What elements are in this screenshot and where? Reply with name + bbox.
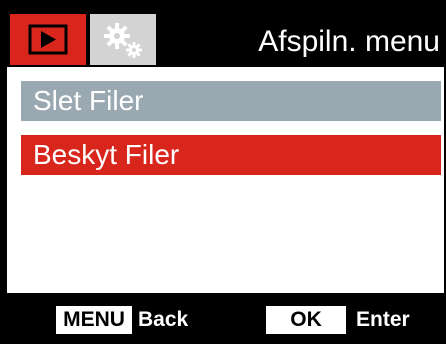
back-label: Back: [138, 308, 189, 331]
enter-label: Enter: [356, 308, 410, 331]
footer-bar: MENU Back OK Enter: [0, 293, 446, 344]
dashcam-screen: Afspiln. menu Slet Filer Beskyt Filer ME…: [0, 0, 446, 344]
settings-gears-icon: [104, 23, 142, 58]
ok-key-badge[interactable]: OK: [266, 306, 346, 334]
tab-playback[interactable]: [10, 14, 86, 65]
tab-settings[interactable]: [90, 14, 156, 65]
menu-item-protect-files[interactable]: Beskyt Filer: [21, 135, 441, 175]
page-title: Afspiln. menu: [258, 25, 440, 58]
menu-key-badge[interactable]: MENU: [56, 306, 132, 334]
playback-icon: [28, 24, 68, 55]
menu-panel: Slet Filer Beskyt Filer: [7, 67, 444, 293]
menu-item-delete-files[interactable]: Slet Filer: [21, 81, 441, 121]
